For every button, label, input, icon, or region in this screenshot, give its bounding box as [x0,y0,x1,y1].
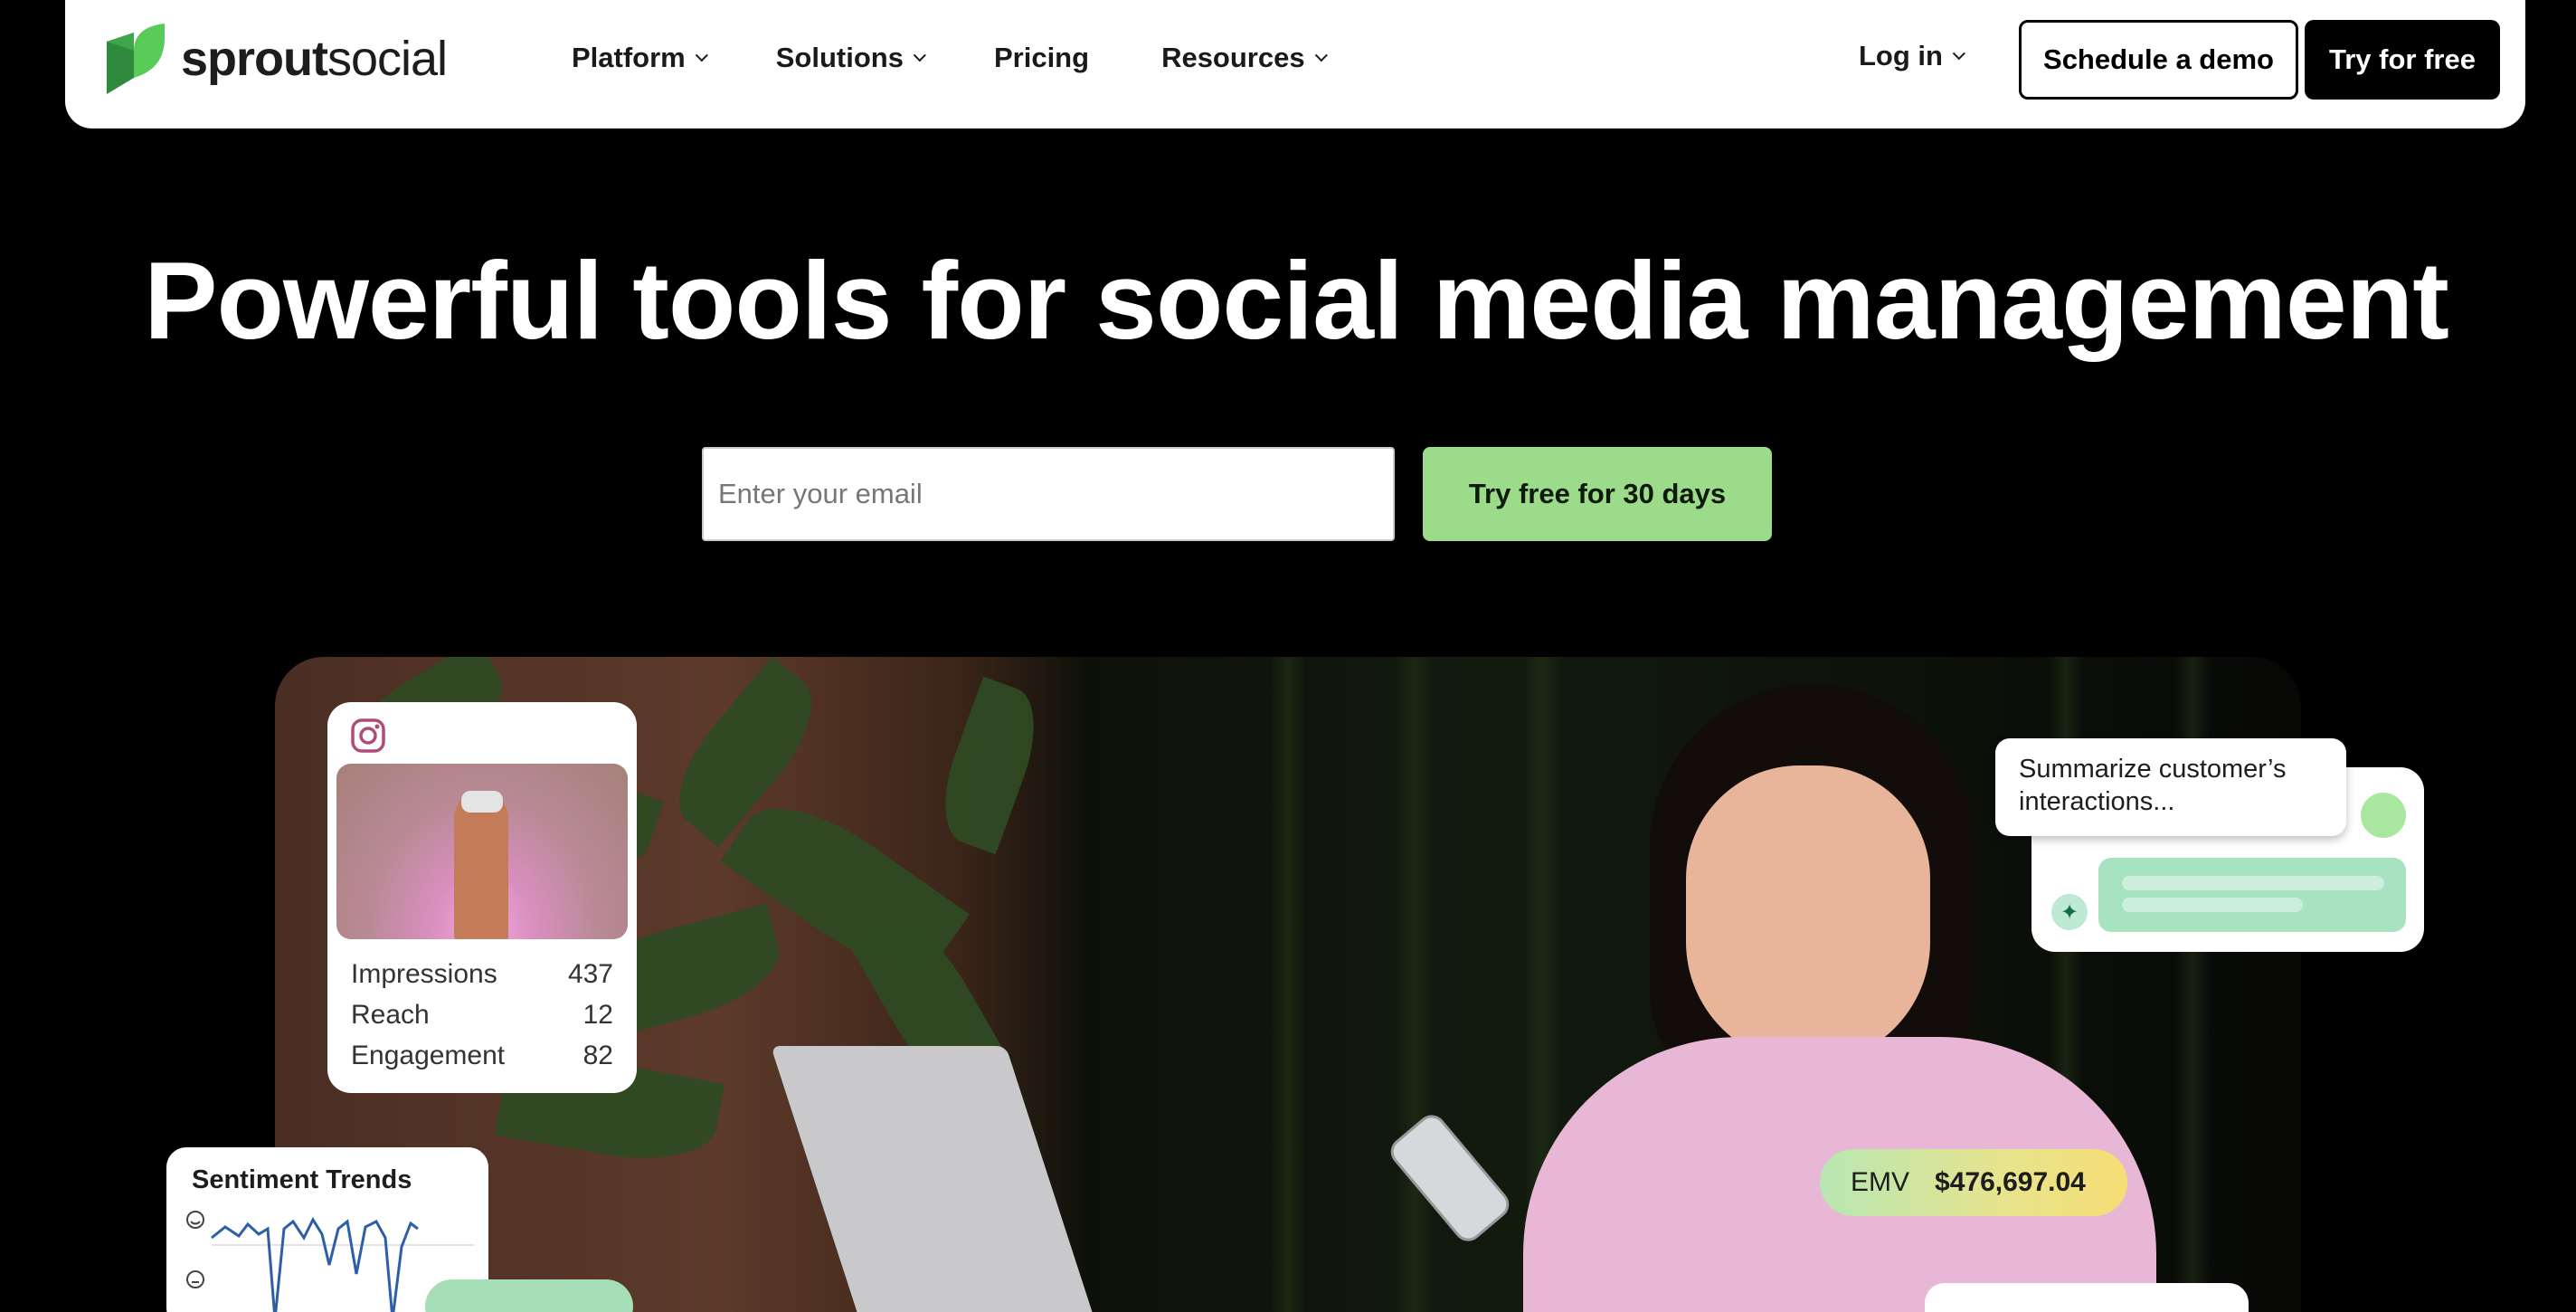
schedule-demo-button[interactable]: Schedule a demo [2019,20,2298,100]
stat-row: Engagement 82 [351,1035,613,1076]
chevron-down-icon [913,49,926,62]
curtain-fold [1270,657,1306,1312]
chevron-down-icon [1314,49,1328,62]
plant-leaf [927,676,1052,855]
try-for-free-button[interactable]: Try for free [2305,20,2500,100]
smiley-icon [186,1211,204,1229]
ai-prompt-card: Summarize customer’s interactions... [1995,738,2346,836]
login-label: Log in [1859,40,1943,71]
sprout-social-logo[interactable]: sproutsocial [107,24,448,94]
menu-resources-label: Resources [1161,42,1305,73]
user-avatar-dot [2361,793,2406,838]
neutral-face-icon [186,1270,204,1288]
vr-headset [461,791,503,813]
post-stats: Impressions 437 Reach 12 Engagement 82 [351,954,613,1076]
stat-label: Engagement [351,1040,506,1070]
stat-row: Reach 12 [351,994,613,1035]
menu-pricing-label: Pricing [993,42,1090,73]
hero-title: Powerful tools for social media manageme… [144,239,2449,362]
chevron-down-icon [695,49,708,62]
menu-platform[interactable]: Platform [572,42,708,74]
stat-value: 12 [582,999,613,1030]
menu-solutions-label: Solutions [775,42,904,73]
stat-value: 82 [582,1040,613,1070]
text-placeholder-line [2122,876,2384,890]
woman-face [1686,765,1930,1064]
menu-solutions[interactable]: Solutions [775,42,926,74]
person-figure [454,791,508,939]
emv-pill: EMV $476,697.04 [1820,1149,2127,1216]
main-menu: Platform Solutions Pricing Resources [572,0,1396,116]
instagram-post-card: Impressions 437 Reach 12 Engagement 82 [327,702,637,1093]
logo-wordmark: sproutsocial [181,32,448,86]
top-navigation: sproutsocial Platform Solutions Pricing … [65,0,2525,128]
stat-value: 437 [567,958,613,989]
stat-label: Impressions [351,958,497,989]
try-free-30-days-button[interactable]: Try free for 30 days [1423,447,1772,541]
instagram-icon [351,718,385,753]
sparkle-icon: ✦ [2051,894,2088,930]
post-image [336,764,628,939]
emv-value: $476,697.04 [1935,1167,2086,1197]
menu-pricing[interactable]: Pricing [994,42,1089,74]
rating-pill [425,1279,633,1312]
sprout-leaf-icon [107,24,165,94]
ai-response-bubble [2098,858,2406,932]
login-link[interactable]: Log in [1859,40,1965,72]
text-placeholder-line [2122,898,2303,912]
stat-label: Reach [351,999,430,1030]
stat-row: Impressions 437 [351,954,613,994]
email-input[interactable] [702,447,1395,541]
sentiment-title: Sentiment Trends [192,1165,412,1194]
chevron-down-icon [1952,47,1965,61]
emv-label: EMV [1851,1167,1910,1197]
laptop [771,1046,1100,1312]
curtain-fold [1397,657,1433,1312]
partial-card [1925,1283,2249,1312]
menu-platform-label: Platform [572,42,686,73]
menu-resources[interactable]: Resources [1161,42,1328,74]
